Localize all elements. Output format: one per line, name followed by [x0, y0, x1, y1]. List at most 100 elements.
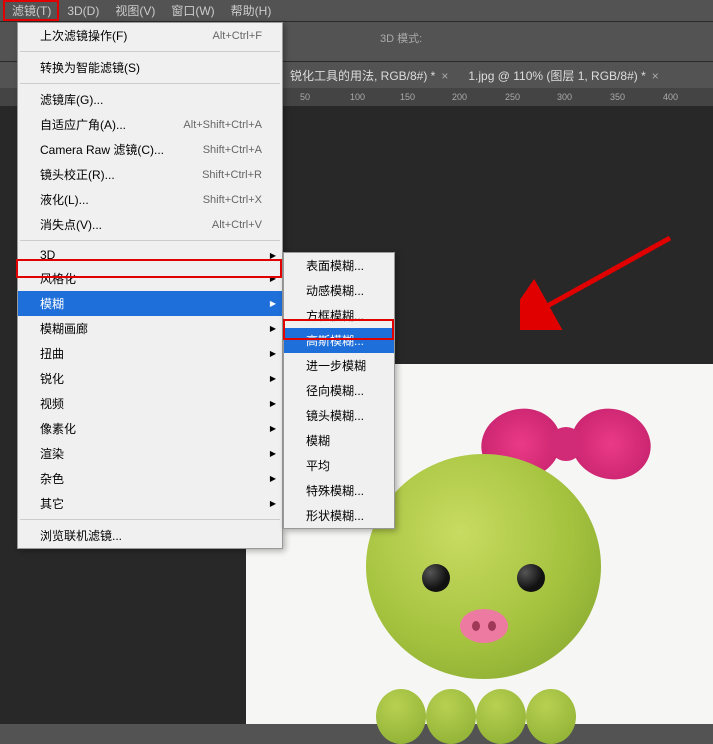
menu-item-label: 扭曲 [40, 345, 64, 362]
menu-item-label: 转换为智能滤镜(S) [40, 59, 140, 76]
menu-item-convert-smart[interactable]: 转换为智能滤镜(S) [18, 55, 282, 80]
menu-item-label: 滤镜库(G)... [40, 91, 103, 108]
menu-item-last-filter[interactable]: 上次滤镜操作(F) Alt+Ctrl+F [18, 23, 282, 48]
menu-item-browse-online[interactable]: 浏览联机滤镜... [18, 523, 282, 548]
menu-item-label: 方框模糊... [306, 307, 364, 324]
toy-tentacle [426, 689, 476, 744]
close-icon[interactable]: × [441, 69, 448, 83]
toy-tentacle [526, 689, 576, 744]
menu-item-blur-gallery[interactable]: 模糊画廊 [18, 316, 282, 341]
menu-item-stylize[interactable]: 风格化 [18, 266, 282, 291]
submenu-box-blur[interactable]: 方框模糊... [284, 303, 394, 328]
submenu-blur[interactable]: 模糊 [284, 428, 394, 453]
submenu-blur-more[interactable]: 进一步模糊 [284, 353, 394, 378]
menu-item-filter-gallery[interactable]: 滤镜库(G)... [18, 87, 282, 112]
menu-item-video[interactable]: 视频 [18, 391, 282, 416]
menu-item-label: 进一步模糊 [306, 357, 366, 374]
document-tab[interactable]: 1.jpg @ 110% (图层 1, RGB/8#) * × [458, 62, 668, 89]
menu-item-label: 镜头校正(R)... [40, 166, 115, 183]
menu-item-shortcut: Shift+Ctrl+R [202, 169, 262, 181]
menu-item-label: 上次滤镜操作(F) [40, 27, 127, 44]
menu-item-render[interactable]: 渲染 [18, 441, 282, 466]
submenu-radial-blur[interactable]: 径向模糊... [284, 378, 394, 403]
ruler-tick-label: 50 [300, 92, 310, 102]
menu-view[interactable]: 视图(V) [107, 0, 163, 22]
tab-label: 1.jpg @ 110% (图层 1, RGB/8#) * [468, 69, 645, 83]
close-icon[interactable]: × [652, 69, 659, 83]
menu-item-label: 表面模糊... [306, 257, 364, 274]
toy-tentacle [376, 689, 426, 744]
menu-item-label: 视频 [40, 395, 64, 412]
menu-item-shortcut: Alt+Ctrl+F [212, 30, 262, 42]
submenu-smart-blur[interactable]: 特殊模糊... [284, 478, 394, 503]
menu-filter[interactable]: 滤镜(T) [4, 0, 59, 22]
document-tab[interactable]: 锐化工具的用法, RGB/8#) * × [280, 62, 458, 89]
menu-item-label: 动感模糊... [306, 282, 364, 299]
ruler-tick-label: 100 [350, 92, 365, 102]
submenu-motion-blur[interactable]: 动感模糊... [284, 278, 394, 303]
menu-item-noise[interactable]: 杂色 [18, 466, 282, 491]
menu-item-label: 模糊 [40, 295, 64, 312]
submenu-average[interactable]: 平均 [284, 453, 394, 478]
menu-item-shortcut: Alt+Ctrl+V [212, 219, 262, 231]
menu-item-label: 浏览联机滤镜... [40, 527, 122, 544]
ruler-tick-label: 350 [610, 92, 625, 102]
menu-item-label: 像素化 [40, 420, 76, 437]
menu-item-label: 径向模糊... [306, 382, 364, 399]
menu-item-other[interactable]: 其它 [18, 491, 282, 516]
menu-help[interactable]: 帮助(H) [223, 0, 280, 22]
menu-item-label: 形状模糊... [306, 507, 364, 524]
menu-item-label: 消失点(V)... [40, 216, 102, 233]
ruler-tick-label: 200 [452, 92, 467, 102]
menu-separator [20, 51, 280, 52]
submenu-surface-blur[interactable]: 表面模糊... [284, 253, 394, 278]
menu-window[interactable]: 窗口(W) [163, 0, 222, 22]
menu-item-label: 平均 [306, 457, 330, 474]
menu-separator [20, 83, 280, 84]
menu-item-vanishing-point[interactable]: 消失点(V)... Alt+Ctrl+V [18, 212, 282, 237]
menu-item-label: 自适应广角(A)... [40, 116, 126, 133]
menubar: 滤镜(T) 3D(D) 视图(V) 窗口(W) 帮助(H) [0, 0, 713, 22]
menu-item-label: 风格化 [40, 270, 76, 287]
menu-item-label: 渲染 [40, 445, 64, 462]
submenu-lens-blur[interactable]: 镜头模糊... [284, 403, 394, 428]
toy-body [366, 454, 601, 679]
menu-item-label: 液化(L)... [40, 191, 89, 208]
menu-separator [20, 519, 280, 520]
menu-item-label: Camera Raw 滤镜(C)... [40, 141, 164, 158]
ruler-tick-label: 400 [663, 92, 678, 102]
menu-item-distort[interactable]: 扭曲 [18, 341, 282, 366]
menu-item-adaptive-wide[interactable]: 自适应广角(A)... Alt+Shift+Ctrl+A [18, 112, 282, 137]
menu-3d[interactable]: 3D(D) [59, 1, 107, 21]
menu-item-label: 特殊模糊... [306, 482, 364, 499]
menu-item-label: 杂色 [40, 470, 64, 487]
menu-item-shortcut: Shift+Ctrl+X [203, 194, 262, 206]
menu-item-label: 其它 [40, 495, 64, 512]
toy-tentacle [476, 689, 526, 744]
menu-item-label: 模糊画廊 [40, 320, 88, 337]
menu-item-blur[interactable]: 模糊 [18, 291, 282, 316]
menu-item-label: 3D [40, 248, 55, 262]
tab-label: 锐化工具的用法, RGB/8#) * [290, 69, 435, 83]
menu-item-lens-correction[interactable]: 镜头校正(R)... Shift+Ctrl+R [18, 162, 282, 187]
blur-submenu: 表面模糊... 动感模糊... 方框模糊... 高斯模糊... 进一步模糊 径向… [283, 252, 395, 529]
menu-item-shortcut: Shift+Ctrl+A [203, 144, 262, 156]
menu-item-camera-raw[interactable]: Camera Raw 滤镜(C)... Shift+Ctrl+A [18, 137, 282, 162]
menu-item-label: 锐化 [40, 370, 64, 387]
menu-item-shortcut: Alt+Shift+Ctrl+A [183, 119, 262, 131]
ruler-tick-label: 150 [400, 92, 415, 102]
menu-item-sharpen[interactable]: 锐化 [18, 366, 282, 391]
menu-separator [20, 240, 280, 241]
menu-item-3d[interactable]: 3D [18, 244, 282, 266]
menu-item-label: 模糊 [306, 432, 330, 449]
menu-item-label: 高斯模糊... [306, 332, 364, 349]
submenu-shape-blur[interactable]: 形状模糊... [284, 503, 394, 528]
ruler-tick-label: 250 [505, 92, 520, 102]
menu-item-pixelate[interactable]: 像素化 [18, 416, 282, 441]
ruler-tick-label: 300 [557, 92, 572, 102]
3d-mode-label: 3D 模式: [380, 30, 422, 46]
filter-menu-dropdown: 上次滤镜操作(F) Alt+Ctrl+F 转换为智能滤镜(S) 滤镜库(G)..… [17, 22, 283, 549]
menu-item-liquify[interactable]: 液化(L)... Shift+Ctrl+X [18, 187, 282, 212]
menu-item-label: 镜头模糊... [306, 407, 364, 424]
submenu-gaussian-blur[interactable]: 高斯模糊... [284, 328, 394, 353]
